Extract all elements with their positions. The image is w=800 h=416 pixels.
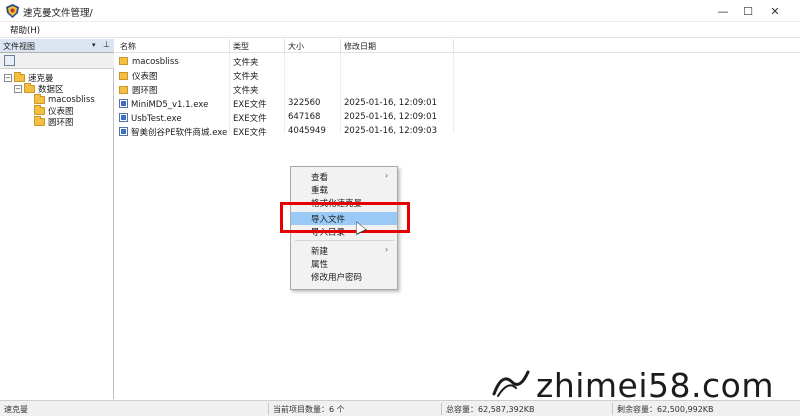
item-size: 322560 bbox=[288, 98, 321, 108]
close-icon: ✕ bbox=[770, 4, 780, 18]
tree-node-label: 圆环图 bbox=[48, 117, 74, 128]
tree-node-label: 数据区 bbox=[38, 84, 64, 95]
menu-bar: 帮助(H) bbox=[0, 22, 800, 38]
tree-node-gauge-chart[interactable]: 仪表图 bbox=[34, 104, 74, 117]
item-type: 文件夹 bbox=[233, 86, 259, 96]
menu-item-reload[interactable]: 重载 bbox=[291, 183, 397, 196]
folder-icon bbox=[14, 71, 25, 82]
app-logo-icon bbox=[6, 4, 19, 18]
item-type: 文件夹 bbox=[233, 72, 259, 82]
panel-header: 文件视图 ▾ ⊥ bbox=[0, 39, 114, 53]
status-free-capacity: 剩余容量：62,500,992KB bbox=[617, 405, 714, 414]
column-divider[interactable] bbox=[284, 39, 285, 53]
menu-item-change-password[interactable]: 修改用户密码 bbox=[291, 270, 397, 283]
tree-node-data-area[interactable]: − 数据区 bbox=[14, 82, 64, 95]
file-list: 名称 类型 大小 修改日期 macosbliss 文件夹 仪表图 文件夹 圆环图… bbox=[116, 39, 800, 399]
item-name: 仪表图 bbox=[132, 72, 158, 82]
item-type: EXE文件 bbox=[233, 114, 267, 124]
column-header-type[interactable]: 类型 bbox=[233, 41, 249, 52]
menu-item-label: 查看 bbox=[311, 173, 329, 183]
annotation-highlight-box bbox=[280, 202, 410, 233]
status-divider bbox=[612, 403, 613, 415]
item-date: 2025-01-16, 12:09:01 bbox=[344, 98, 437, 108]
folder-icon bbox=[24, 82, 35, 93]
chevron-right-icon: › bbox=[385, 245, 389, 254]
menu-help[interactable]: 帮助(H) bbox=[10, 24, 40, 36]
column-divider[interactable] bbox=[340, 39, 341, 53]
exe-file-icon bbox=[119, 127, 128, 136]
list-item[interactable]: MiniMD5_v1.1.exe EXE文件 322560 2025-01-16… bbox=[116, 96, 800, 110]
pin-icon[interactable]: ⊥ bbox=[103, 40, 110, 49]
column-header-size[interactable]: 大小 bbox=[288, 41, 304, 52]
tree-node-donut-chart[interactable]: 圆环图 bbox=[34, 115, 74, 128]
menu-item-label: 重载 bbox=[311, 186, 329, 196]
file-view-panel: 文件视图 ▾ ⊥ − 速克曼 − 数据区 macosbliss 仪表图 圆环图 bbox=[0, 39, 114, 399]
item-date: 2025-01-16, 12:09:03 bbox=[344, 126, 437, 136]
panel-toolbar bbox=[0, 53, 114, 69]
item-type: EXE文件 bbox=[233, 100, 267, 110]
folder-icon bbox=[119, 72, 128, 80]
item-type: EXE文件 bbox=[233, 128, 267, 138]
column-divider[interactable] bbox=[229, 39, 230, 53]
close-button[interactable]: ✕ bbox=[752, 0, 798, 22]
list-item[interactable]: 仪表图 文件夹 bbox=[116, 68, 800, 82]
tree-node-label: macosbliss bbox=[48, 94, 95, 105]
collapse-icon[interactable]: − bbox=[14, 84, 22, 93]
status-divider bbox=[441, 403, 442, 415]
item-name: MiniMD5_v1.1.exe bbox=[131, 100, 209, 110]
list-item[interactable]: 智美创谷PE软件商城.exe EXE文件 4045949 2025-01-16,… bbox=[116, 124, 800, 138]
list-item[interactable]: 圆环图 文件夹 bbox=[116, 82, 800, 96]
status-divider bbox=[268, 403, 269, 415]
status-bar: 速克曼 当前项目数量：6 个 总容量：62,587,392KB 剩余容量：62,… bbox=[0, 400, 800, 416]
item-name: macosbliss bbox=[132, 57, 179, 67]
folder-icon bbox=[34, 93, 45, 104]
item-size: 4045949 bbox=[288, 126, 326, 136]
column-header-name[interactable]: 名称 bbox=[120, 41, 136, 52]
collapse-icon[interactable]: − bbox=[4, 73, 12, 82]
menu-item-view[interactable]: 查看 › bbox=[291, 170, 397, 183]
exe-file-icon bbox=[119, 99, 128, 108]
menu-item-label: 新建 bbox=[311, 247, 329, 257]
folder-icon bbox=[119, 57, 128, 65]
chevron-right-icon: › bbox=[385, 171, 389, 180]
tree-node-root[interactable]: − 速克曼 bbox=[4, 71, 54, 84]
chevron-down-icon[interactable]: ▾ bbox=[92, 41, 96, 49]
item-name: 圆环图 bbox=[132, 86, 158, 96]
status-total-capacity: 总容量：62,587,392KB bbox=[446, 405, 535, 414]
status-drive-name: 速克曼 bbox=[4, 405, 28, 414]
refresh-drive-icon[interactable] bbox=[4, 55, 15, 66]
item-date: 2025-01-16, 12:09:01 bbox=[344, 112, 437, 122]
menu-item-properties[interactable]: 属性 bbox=[291, 257, 397, 270]
folder-icon bbox=[119, 86, 128, 94]
window-title: 速克曼文件管理/ bbox=[23, 8, 93, 19]
menu-separator bbox=[295, 240, 395, 241]
item-name: 智美创谷PE软件商城.exe bbox=[131, 128, 228, 138]
list-item[interactable]: UsbTest.exe EXE文件 647168 2025-01-16, 12:… bbox=[116, 110, 800, 124]
column-divider[interactable] bbox=[453, 39, 454, 53]
exe-file-icon bbox=[119, 113, 128, 122]
panel-title: 文件视图 bbox=[3, 42, 35, 51]
item-size: 647168 bbox=[288, 112, 321, 122]
tree-node-macosbliss[interactable]: macosbliss bbox=[34, 93, 95, 105]
folder-icon bbox=[34, 115, 45, 126]
item-type: 文件夹 bbox=[233, 58, 259, 68]
status-item-count: 当前项目数量：6 个 bbox=[273, 405, 345, 414]
list-header: 名称 类型 大小 修改日期 bbox=[116, 39, 800, 53]
column-header-date[interactable]: 修改日期 bbox=[344, 41, 376, 52]
watermark-logo-icon bbox=[492, 370, 530, 397]
list-item[interactable]: macosbliss 文件夹 bbox=[116, 54, 800, 68]
menu-item-new[interactable]: 新建 › bbox=[291, 244, 397, 257]
menu-item-label: 修改用户密码 bbox=[311, 273, 363, 283]
title-bar: 速克曼文件管理/ — ☐ ✕ bbox=[0, 0, 800, 22]
folder-icon bbox=[34, 104, 45, 115]
item-name: UsbTest.exe bbox=[131, 114, 182, 124]
menu-item-label: 属性 bbox=[311, 260, 329, 270]
